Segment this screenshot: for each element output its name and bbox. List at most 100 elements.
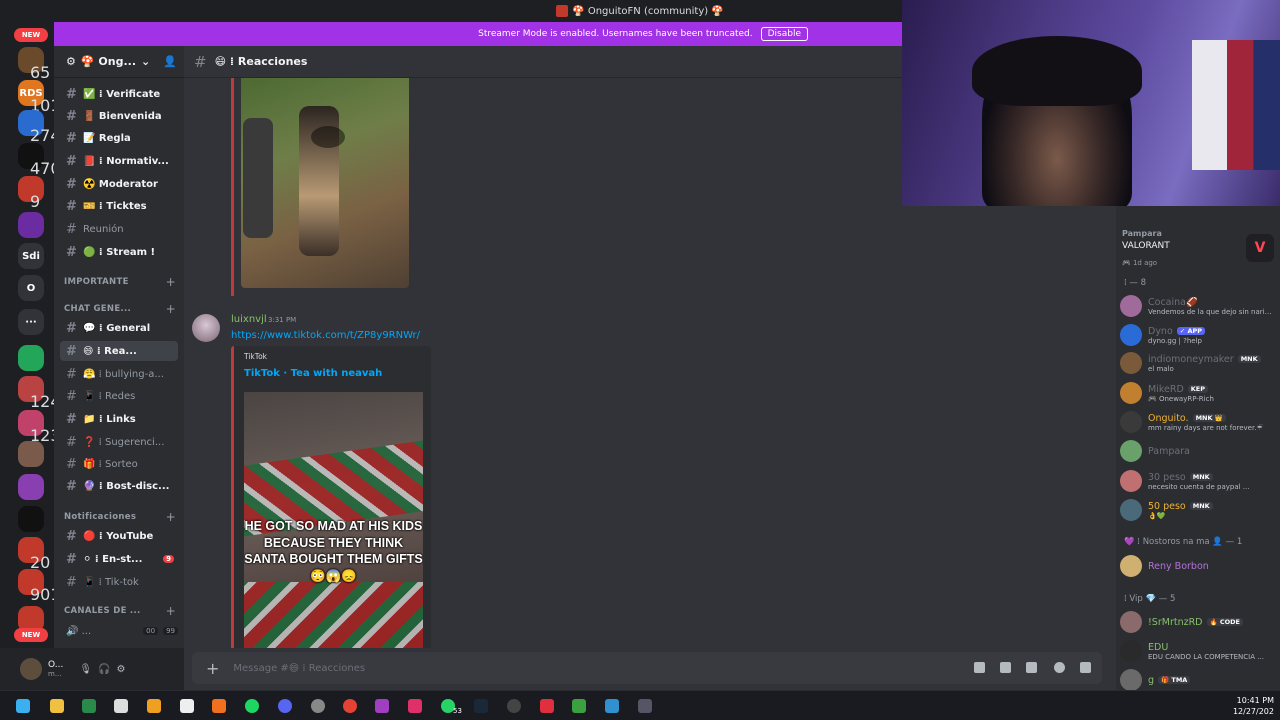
channel-item[interactable]: # 🎁 ⁞ Sorteo bbox=[60, 454, 178, 474]
tiktok-icon[interactable] bbox=[408, 699, 422, 713]
message-link[interactable]: https://www.tiktok.com/t/ZP8y9RNWr/ bbox=[231, 330, 420, 341]
avatar[interactable] bbox=[1120, 470, 1142, 492]
member-item[interactable]: g 🎁 TMA bbox=[1120, 668, 1278, 692]
sticker-icon[interactable] bbox=[1026, 662, 1037, 673]
server-icon[interactable] bbox=[18, 441, 44, 467]
avatar[interactable] bbox=[1120, 324, 1142, 346]
app-icon[interactable] bbox=[507, 699, 521, 713]
member-item[interactable]: Dyno ✓ APP dyno.gg | ?help bbox=[1120, 323, 1278, 347]
app-icon[interactable] bbox=[180, 699, 194, 713]
avatar[interactable] bbox=[192, 314, 220, 342]
server-icon[interactable] bbox=[18, 474, 44, 500]
steam-icon[interactable] bbox=[474, 699, 488, 713]
server-icon[interactable]: ··· bbox=[18, 309, 44, 335]
channel-item[interactable]: # ❓ ⁞ Sugerenci... bbox=[60, 432, 178, 452]
app-icon[interactable] bbox=[212, 699, 226, 713]
channel-item[interactable]: # ✅ ⁞ Verificate bbox=[60, 84, 178, 104]
channel-item[interactable]: # 📕 ⁞ Normativ... bbox=[60, 151, 178, 171]
member-item[interactable]: MikeRD KEP 🎮 OnewayRP-Rich bbox=[1120, 381, 1278, 405]
new-badge-bottom[interactable]: NEW bbox=[14, 628, 48, 642]
message-input[interactable]: + Message #😄 ⁞ Reacciones bbox=[192, 652, 1102, 684]
gift-icon[interactable] bbox=[974, 662, 985, 673]
windows-start-icon[interactable] bbox=[16, 699, 30, 713]
voice-channel[interactable]: 🔊 ... 00 99 bbox=[60, 621, 178, 641]
spotify-icon[interactable] bbox=[245, 699, 259, 713]
channel-item[interactable]: # 🚪 Bienvenida bbox=[60, 106, 178, 126]
channel-item[interactable]: # 🎫 ⁞ Ticktes bbox=[60, 196, 178, 216]
clock[interactable]: 10:41 PM 12/27/202 bbox=[1233, 695, 1274, 717]
category-importante[interactable]: IMPORTANTE + bbox=[64, 274, 176, 290]
member-item[interactable]: indiomoneymaker MNK el malo bbox=[1120, 351, 1278, 375]
server-icon[interactable] bbox=[18, 212, 44, 238]
discord-icon[interactable] bbox=[278, 699, 292, 713]
category-canales[interactable]: CANALES DE ... + bbox=[64, 603, 176, 619]
app-icon[interactable] bbox=[540, 699, 554, 713]
member-item[interactable]: Pampara bbox=[1120, 439, 1278, 463]
category-notificaciones[interactable]: Notificaciones + bbox=[64, 509, 176, 525]
message-list[interactable]: luixnvjl 3:31 PM https://www.tiktok.com/… bbox=[184, 78, 902, 648]
microphone-icon[interactable]: 🎙 bbox=[79, 664, 92, 675]
server-icon[interactable] bbox=[18, 345, 44, 371]
activity-card[interactable]: Pampara VALORANT 🎮 1d ago V bbox=[1120, 218, 1276, 268]
channel-item[interactable]: # 📁 ⁞ Links bbox=[60, 409, 178, 429]
channel-item[interactable]: # 📱 ⁞ Tik-tok bbox=[60, 572, 178, 592]
chrome-icon[interactable] bbox=[343, 699, 357, 713]
app-icon[interactable] bbox=[375, 699, 389, 713]
chevron-down-icon[interactable]: ⌄ bbox=[141, 55, 150, 68]
avatar[interactable] bbox=[1120, 352, 1142, 374]
avatar[interactable] bbox=[1120, 499, 1142, 521]
headphones-icon[interactable]: 🎧 bbox=[98, 664, 110, 675]
add-channel-icon[interactable]: + bbox=[166, 604, 176, 618]
file-explorer-icon[interactable] bbox=[50, 699, 64, 713]
avatar[interactable] bbox=[1120, 295, 1142, 317]
message-author[interactable]: luixnvjl bbox=[231, 314, 267, 325]
app-icon[interactable] bbox=[311, 699, 325, 713]
avatar[interactable] bbox=[1120, 555, 1142, 577]
channel-item[interactable]: # 📱 ⁞ Redes bbox=[60, 386, 178, 406]
channel-item[interactable]: # ☢️ Moderator bbox=[60, 174, 178, 194]
avatar[interactable] bbox=[1120, 440, 1142, 462]
member-item[interactable]: !SrMrtnzRD 🔥 CODE bbox=[1120, 610, 1278, 634]
embed-title[interactable]: TikTok · Tea with neavah bbox=[244, 368, 382, 379]
channel-item[interactable]: # 📝 Regla bbox=[60, 128, 178, 148]
member-item[interactable]: 50 peso MNK 👌💚 bbox=[1120, 498, 1278, 522]
play-icon[interactable] bbox=[311, 126, 345, 148]
avatar[interactable] bbox=[1120, 411, 1142, 433]
app-icon[interactable] bbox=[147, 699, 161, 713]
video-thumbnail[interactable]: HE GOT SO MAD AT HIS KIDS BECAUSE THEY T… bbox=[244, 392, 423, 648]
server-icon[interactable]: Sdi bbox=[18, 243, 44, 269]
channel-item[interactable]: # 🔮 ⁞ Bost-disc... bbox=[60, 476, 178, 496]
channel-item[interactable]: # 🔴 ⁞ YouTube bbox=[60, 526, 178, 546]
channel-item[interactable]: # 💬 ⁞ General bbox=[60, 318, 178, 338]
member-item[interactable]: 30 peso MNK necesito cuenta de paypal ... bbox=[1120, 469, 1278, 493]
emoji-icon[interactable] bbox=[1054, 662, 1065, 673]
app-icon[interactable] bbox=[82, 699, 96, 713]
invite-icon[interactable]: 👤 bbox=[163, 55, 177, 68]
add-attachment-icon[interactable]: + bbox=[206, 659, 219, 678]
add-channel-icon[interactable]: + bbox=[166, 275, 176, 289]
add-channel-icon[interactable]: + bbox=[166, 302, 176, 316]
settings-icon[interactable]: ⚙ bbox=[116, 664, 125, 675]
channel-item[interactable]: # 😤 ⁞ bullying-a... bbox=[60, 364, 178, 384]
disable-button[interactable]: Disable bbox=[760, 27, 808, 41]
video-thumbnail[interactable] bbox=[241, 78, 409, 288]
add-channel-icon[interactable]: + bbox=[166, 510, 176, 524]
apps-icon[interactable] bbox=[1080, 662, 1091, 673]
gear-icon[interactable]: ⚙ bbox=[66, 55, 76, 68]
avatar[interactable] bbox=[1120, 669, 1142, 691]
category-chat[interactable]: CHAT GENE... + bbox=[64, 301, 176, 317]
avatar[interactable] bbox=[1120, 611, 1142, 633]
server-icon[interactable] bbox=[18, 506, 44, 532]
member-item[interactable]: EDU EDU CANDO LA COMPETENCIA ... bbox=[1120, 639, 1278, 663]
member-item[interactable]: Cocaina🏈 Vendemos de la que dejo sin nari… bbox=[1120, 294, 1278, 318]
gif-icon[interactable] bbox=[1000, 662, 1011, 673]
channel-item[interactable]: # Reunión bbox=[60, 219, 178, 239]
channel-item[interactable]: # ⚪ ⁞ En-st... 9 bbox=[60, 549, 178, 569]
minecraft-icon[interactable] bbox=[572, 699, 586, 713]
app-icon[interactable] bbox=[638, 699, 652, 713]
channel-item[interactable]: # 😄 ⁞ Rea... bbox=[60, 341, 178, 361]
channel-item[interactable]: # 🟢 ⁞ Stream ! bbox=[60, 242, 178, 262]
avatar[interactable] bbox=[1120, 382, 1142, 404]
new-badge-top[interactable]: NEW bbox=[14, 28, 48, 42]
avatar[interactable] bbox=[1120, 640, 1142, 662]
